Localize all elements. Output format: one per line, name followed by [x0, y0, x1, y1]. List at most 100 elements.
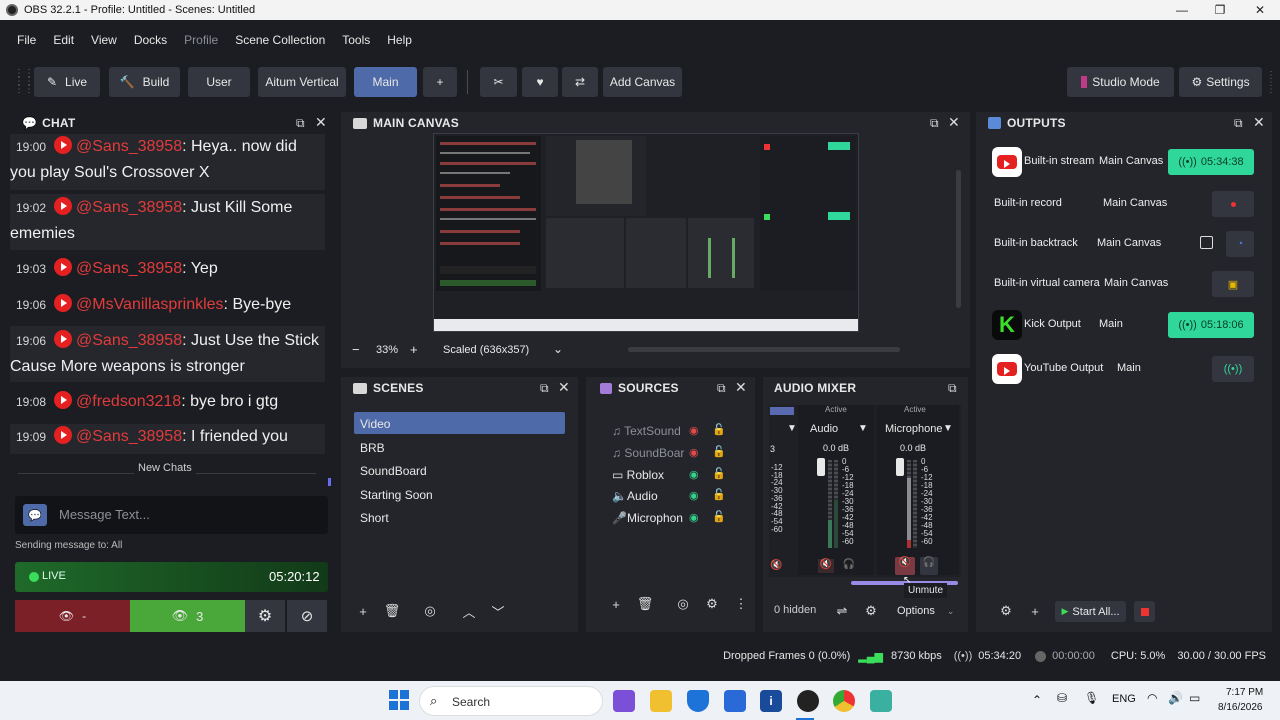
- scene-item-brb[interactable]: BRB: [360, 441, 385, 455]
- minimize-button[interactable]: —: [1162, 0, 1202, 20]
- transition-button[interactable]: ⇄: [562, 67, 598, 97]
- outputs-settings-button[interactable]: ⚙: [996, 601, 1016, 621]
- float-dock-icon[interactable]: ⧉: [930, 116, 939, 131]
- unlock-icon[interactable]: 🔓: [712, 510, 726, 523]
- unlock-icon[interactable]: 🔓: [712, 467, 726, 480]
- headphones-icon[interactable]: 🎧: [920, 557, 938, 575]
- mute-microphone-button[interactable]: 🔇: [895, 557, 915, 575]
- chevron-up-icon[interactable]: ⌃: [1032, 693, 1042, 707]
- source-more-button[interactable]: ⋮: [731, 594, 751, 614]
- scene-item-soundboard[interactable]: SoundBoard: [360, 464, 427, 478]
- move-scene-up-button[interactable]: ︿: [459, 601, 479, 621]
- eye-hidden-icon[interactable]: ◉: [689, 446, 699, 459]
- float-dock-icon[interactable]: ⧉: [717, 381, 726, 396]
- toolbar-grip[interactable]: ⋮⋮ ⋮⋮ ⋮⋮: [14, 69, 34, 96]
- record-button[interactable]: [1212, 191, 1254, 217]
- chat-scrollbar[interactable]: [328, 478, 331, 486]
- close-dock-icon[interactable]: ✕: [735, 379, 747, 396]
- float-dock-icon[interactable]: ⧉: [540, 381, 549, 396]
- partial-mute-icon[interactable]: 🔇: [770, 560, 782, 571]
- add-scene-button[interactable]: +: [353, 601, 373, 621]
- eye-icon[interactable]: ◉: [689, 468, 699, 481]
- partial-channel-dropdown-icon[interactable]: ▼: [787, 423, 797, 434]
- add-output-button[interactable]: +: [1025, 601, 1045, 621]
- virtual-camera-button[interactable]: ▣: [1212, 271, 1254, 297]
- new-chats-button[interactable]: New Chats: [134, 460, 196, 476]
- backtrack-checkbox[interactable]: [1200, 236, 1213, 249]
- unlock-icon[interactable]: 🔓: [712, 488, 726, 501]
- float-dock-icon[interactable]: ⧉: [948, 381, 957, 396]
- studio-mode-button[interactable]: Studio Mode: [1067, 67, 1174, 97]
- move-scene-down-button[interactable]: ﹀: [488, 601, 508, 621]
- scale-dropdown-chevron-icon[interactable]: ⌄: [553, 342, 563, 356]
- source-item-microphone[interactable]: 🎤Microphon: [612, 511, 683, 525]
- close-dock-icon[interactable]: ✕: [948, 114, 960, 131]
- close-button[interactable]: ✕: [1240, 0, 1280, 20]
- eye-hidden-icon[interactable]: ◉: [689, 424, 699, 437]
- viewers-other-button[interactable]: 👁 -: [15, 600, 130, 632]
- clock-time[interactable]: 7:17 PM: [1226, 687, 1263, 698]
- source-item-roblox[interactable]: ▭ Roblox: [612, 468, 664, 482]
- user-button[interactable]: User: [188, 67, 250, 97]
- zoom-in-button[interactable]: +: [410, 342, 418, 357]
- start-all-button[interactable]: ▶ Start All...: [1055, 601, 1126, 622]
- eye-icon[interactable]: ◉: [689, 489, 699, 502]
- add-canvas-tab-button[interactable]: +: [423, 67, 457, 97]
- eye-icon[interactable]: ◉: [689, 511, 699, 524]
- battery-icon[interactable]: ▭: [1189, 691, 1200, 705]
- close-dock-icon[interactable]: ✕: [315, 114, 327, 131]
- menu-docks[interactable]: Docks: [134, 33, 167, 47]
- canvas-hscrollbar[interactable]: [628, 347, 900, 352]
- source-filter-button[interactable]: ◎: [673, 594, 693, 614]
- unlock-icon[interactable]: 🔓: [712, 423, 726, 436]
- obs-taskbar-icon[interactable]: [797, 690, 819, 712]
- taskbar-search[interactable]: ⌕ Search: [419, 686, 603, 716]
- channel-name[interactable]: Audio: [810, 423, 838, 435]
- headphones-icon[interactable]: 🎧: [841, 559, 857, 573]
- windows-start-icon[interactable]: [389, 690, 409, 710]
- live-button[interactable]: ✎ Live: [34, 67, 100, 97]
- zoom-out-button[interactable]: −: [352, 342, 360, 357]
- remove-scene-button[interactable]: 🗑: [382, 601, 402, 621]
- channel-dropdown-icon[interactable]: ▼: [858, 423, 868, 434]
- aitum-vertical-button[interactable]: Aitum Vertical: [258, 67, 346, 97]
- tray-app-icon[interactable]: ⛁: [1057, 691, 1067, 705]
- mute-audio-button[interactable]: 🔇: [818, 559, 834, 573]
- clock-date[interactable]: 8/16/2026: [1218, 702, 1263, 713]
- scissors-button[interactable]: ✂: [480, 67, 517, 97]
- mixer-settings-button[interactable]: ⚙: [861, 601, 881, 621]
- float-dock-icon[interactable]: ⧉: [1234, 116, 1243, 131]
- channel-dropdown-icon[interactable]: ▼: [943, 423, 953, 434]
- remove-source-button[interactable]: 🗑: [635, 594, 655, 614]
- menu-tools[interactable]: Tools: [342, 33, 370, 47]
- canvas-vscrollbar[interactable]: [956, 170, 961, 308]
- scene-item-short[interactable]: Short: [360, 511, 389, 525]
- source-item-soundboard[interactable]: ♫ SoundBoar: [612, 446, 684, 460]
- kick-toggle-button[interactable]: ((•)) 05:18:06: [1168, 312, 1254, 338]
- menu-scene-collection[interactable]: Scene Collection: [235, 33, 325, 47]
- unlock-icon[interactable]: 🔓: [712, 445, 726, 458]
- menu-help[interactable]: Help: [387, 33, 412, 47]
- add-source-button[interactable]: +: [606, 594, 626, 614]
- defender-icon[interactable]: [687, 690, 709, 712]
- backtrack-button[interactable]: ◔: [1226, 231, 1254, 257]
- settings-button[interactable]: ⚙ Settings: [1179, 67, 1262, 97]
- message-input[interactable]: Message Text...: [59, 507, 150, 522]
- chat-settings-button[interactable]: ⚙: [245, 600, 285, 632]
- visual-studio-icon[interactable]: [613, 690, 635, 712]
- scene-item-starting-soon[interactable]: Starting Soon: [360, 488, 433, 502]
- add-canvas-button[interactable]: Add Canvas: [603, 67, 682, 97]
- float-dock-icon[interactable]: ⧉: [296, 116, 305, 131]
- menu-profile[interactable]: Profile: [184, 33, 218, 47]
- maximize-button[interactable]: ❐: [1200, 0, 1240, 20]
- info-app-icon[interactable]: i: [760, 690, 782, 712]
- scene-filter-button[interactable]: ◎: [420, 601, 440, 621]
- close-dock-icon[interactable]: ✕: [558, 379, 570, 396]
- build-button[interactable]: 🔨 Build: [109, 67, 180, 97]
- wifi-icon[interactable]: ◠: [1147, 691, 1157, 705]
- mixer-layout-button[interactable]: ⇌: [832, 601, 852, 621]
- language-indicator[interactable]: ENG: [1112, 693, 1136, 705]
- mixer-options-dropdown[interactable]: Options ⌄: [891, 601, 959, 621]
- toolbar-right-grip[interactable]: ⋮ ⋮ ⋮: [1266, 71, 1276, 95]
- scene-item-video[interactable]: Video: [360, 417, 390, 431]
